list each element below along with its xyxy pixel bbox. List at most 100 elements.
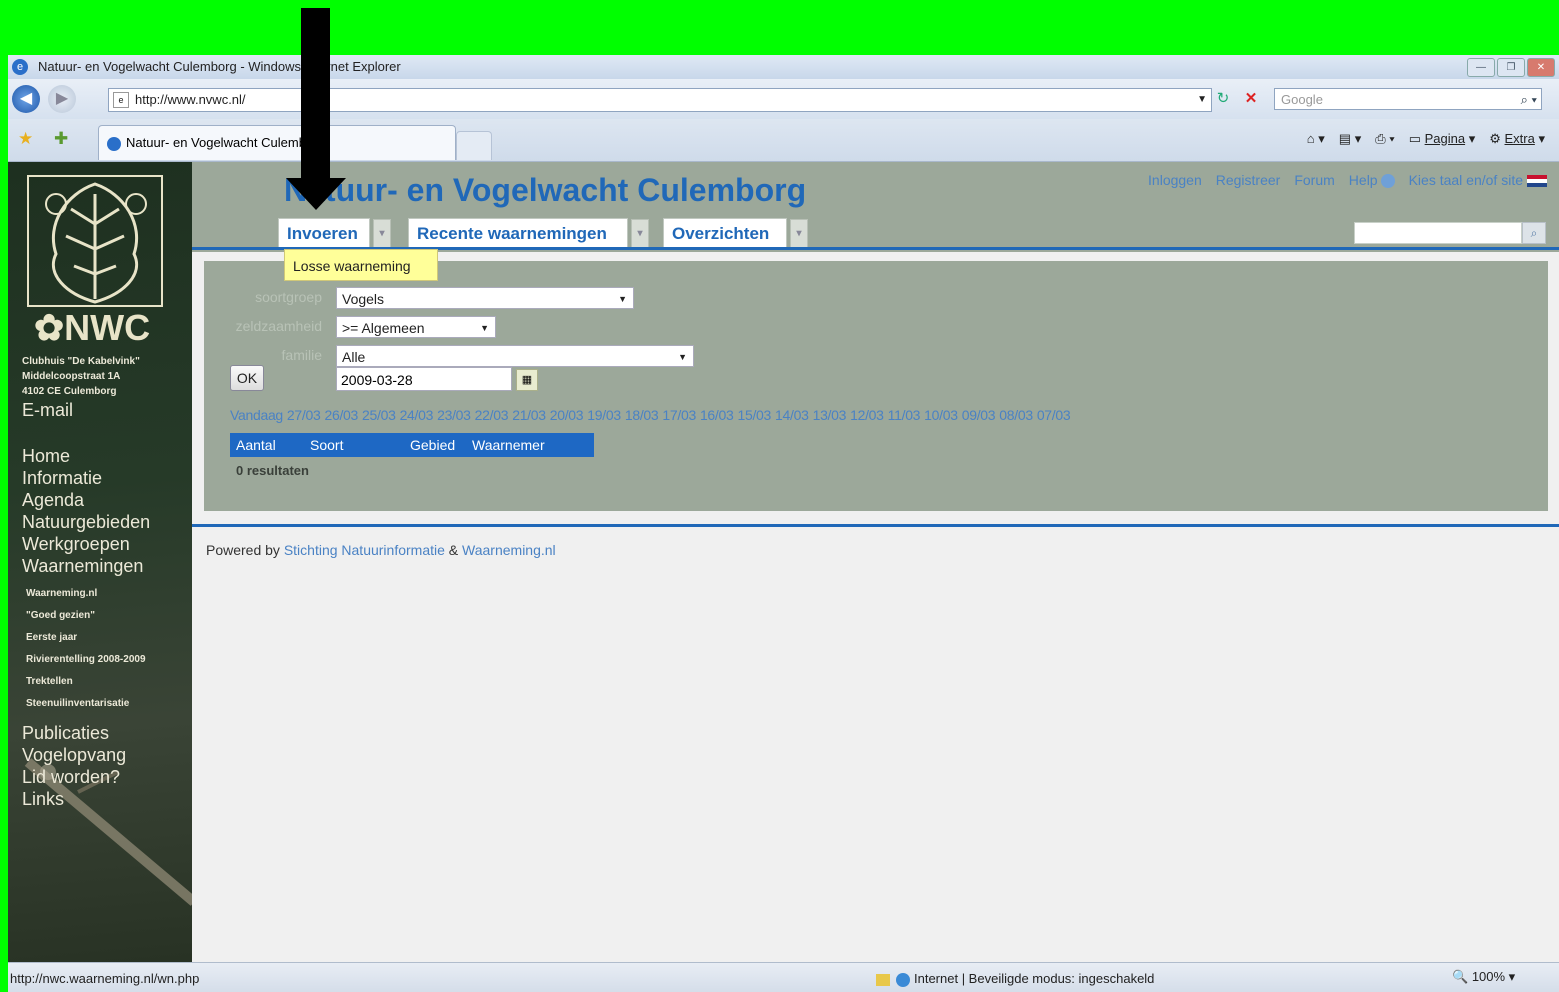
- tab-invoeren[interactable]: Invoeren ▾: [278, 218, 391, 249]
- menu-item-agenda[interactable]: Agenda: [22, 489, 150, 511]
- soortgroep-value: Vogels: [342, 291, 385, 307]
- column-waarnemer[interactable]: Waarnemer: [472, 433, 545, 457]
- date-link[interactable]: 21/03: [512, 407, 546, 423]
- menu-item-natuurgebieden[interactable]: Natuurgebieden: [22, 511, 150, 533]
- favorites-star-icon[interactable]: ★: [18, 129, 33, 149]
- menu-item-werkgroepen[interactable]: Werkgroepen: [22, 533, 150, 555]
- zeldzaamheid-select[interactable]: >= Algemeen ▼: [336, 316, 496, 338]
- page-menu-label: Pagina: [1424, 131, 1466, 146]
- dropdown-item-losse-waarneming[interactable]: Losse waarneming: [284, 249, 438, 281]
- chevron-down-icon[interactable]: ▾: [790, 219, 808, 249]
- calendar-icon[interactable]: ▦: [516, 369, 538, 391]
- date-link[interactable]: 13/03: [813, 407, 847, 423]
- date-link[interactable]: 23/03: [437, 407, 471, 423]
- security-zone[interactable]: Internet | Beveiligde modus: ingeschakel…: [876, 971, 1154, 987]
- column-gebied[interactable]: Gebied: [410, 433, 455, 457]
- address-text: http://www.nvwc.nl/: [135, 92, 246, 107]
- date-link[interactable]: 14/03: [775, 407, 809, 423]
- natuurinformatie-link[interactable]: Stichting Natuurinformatie: [284, 542, 445, 558]
- date-link[interactable]: 08/03: [999, 407, 1033, 423]
- email-link[interactable]: E-mail: [22, 400, 73, 421]
- date-link[interactable]: 15/03: [737, 407, 771, 423]
- site-search-input[interactable]: [1354, 222, 1522, 244]
- column-soort[interactable]: Soort: [310, 433, 343, 457]
- search-icon[interactable]: ⌕: [1522, 222, 1546, 244]
- date-input[interactable]: 2009-03-28: [336, 367, 512, 391]
- submenu-item-waarneming[interactable]: Waarneming.nl: [26, 583, 156, 605]
- tab-overzichten[interactable]: Overzichten ▾: [663, 218, 808, 249]
- register-link[interactable]: Registreer: [1216, 172, 1281, 188]
- forum-link[interactable]: Forum: [1294, 172, 1334, 188]
- submenu-item-trektellen[interactable]: Trektellen: [26, 671, 156, 693]
- home-icon[interactable]: ⌂ ▾: [1307, 131, 1325, 147]
- date-link[interactable]: 18/03: [625, 407, 659, 423]
- search-icon[interactable]: ⌕ ▾: [1521, 89, 1537, 111]
- page-menu[interactable]: ▭ Pagina ▾: [1409, 131, 1476, 147]
- help-link-label: Help: [1348, 172, 1378, 188]
- forward-button[interactable]: ▶: [48, 85, 76, 113]
- date-link[interactable]: 25/03: [362, 407, 396, 423]
- column-aantal[interactable]: Aantal: [236, 433, 276, 457]
- chevron-down-icon[interactable]: ▾: [373, 219, 391, 249]
- zone-text: Internet | Beveiligde modus: ingeschakel…: [914, 971, 1155, 986]
- nvwc-logo[interactable]: ✿NWC: [26, 174, 164, 346]
- menu-item-vogelopvang[interactable]: Vogelopvang: [22, 744, 126, 766]
- submenu-item-steenuil[interactable]: Steenuilinventarisatie: [26, 693, 156, 715]
- login-link[interactable]: Inloggen: [1148, 172, 1202, 188]
- search-input[interactable]: Google ⌕ ▾: [1274, 88, 1542, 110]
- print-icon[interactable]: ⎙ ▾: [1375, 131, 1394, 147]
- date-link[interactable]: 27/03: [287, 407, 321, 423]
- menu-item-home[interactable]: Home: [22, 445, 150, 467]
- submenu-item-goed-gezien[interactable]: "Goed gezien": [26, 605, 156, 627]
- menu-item-publicaties[interactable]: Publicaties: [22, 722, 126, 744]
- tab-current[interactable]: Natuur- en Vogelwacht Culemborg: [98, 125, 456, 160]
- maximize-button[interactable]: ❐: [1497, 58, 1525, 77]
- date-link[interactable]: 16/03: [700, 407, 734, 423]
- results-count: 0 resultaten: [236, 463, 309, 478]
- address-line: Clubhuis "De Kabelvink": [22, 356, 140, 367]
- tab-overzichten-label: Overzichten: [672, 224, 770, 243]
- date-link[interactable]: Vandaag: [230, 407, 283, 423]
- menu-item-informatie[interactable]: Informatie: [22, 467, 150, 489]
- date-link[interactable]: 11/03: [888, 407, 921, 423]
- waarnemingen-submenu: Waarneming.nl "Goed gezien" Eerste jaar …: [26, 583, 156, 715]
- ampersand: &: [448, 542, 459, 558]
- date-link[interactable]: 22/03: [475, 407, 509, 423]
- submenu-item-rivierentelling[interactable]: Rivierentelling 2008-2009: [26, 653, 156, 667]
- menu-item-lid-worden[interactable]: Lid worden?: [22, 766, 126, 788]
- help-link[interactable]: Help: [1348, 172, 1395, 189]
- address-bar[interactable]: e http://www.nvwc.nl/ ▼: [108, 88, 1212, 112]
- date-link[interactable]: 12/03: [850, 407, 884, 423]
- stop-button[interactable]: ✕: [1238, 88, 1264, 110]
- zoom-control[interactable]: 🔍 100% ▾: [1452, 969, 1515, 985]
- add-favorites-icon[interactable]: ✚: [54, 129, 68, 149]
- date-link[interactable]: 19/03: [587, 407, 621, 423]
- minimize-button[interactable]: —: [1467, 58, 1495, 77]
- date-link[interactable]: 10/03: [924, 407, 958, 423]
- date-link[interactable]: 26/03: [324, 407, 358, 423]
- chevron-down-icon[interactable]: ▼: [1197, 89, 1207, 111]
- date-link[interactable]: 20/03: [550, 407, 584, 423]
- ok-button[interactable]: OK: [230, 365, 264, 391]
- waarneming-link[interactable]: Waarneming.nl: [462, 542, 556, 558]
- soortgroep-select[interactable]: Vogels ▼: [336, 287, 634, 309]
- tab-recente-waarnemingen[interactable]: Recente waarnemingen ▾: [408, 218, 649, 249]
- extra-menu-label: Extra: [1504, 131, 1535, 146]
- feeds-icon[interactable]: ▤ ▾: [1339, 131, 1361, 147]
- date-link[interactable]: 09/03: [962, 407, 996, 423]
- date-link[interactable]: 17/03: [662, 407, 696, 423]
- back-button[interactable]: ◀: [12, 85, 40, 113]
- close-button[interactable]: ✕: [1527, 58, 1555, 77]
- menu-item-waarnemingen[interactable]: Waarnemingen: [22, 555, 150, 577]
- menu-item-links[interactable]: Links: [22, 788, 126, 810]
- date-link[interactable]: 07/03: [1037, 407, 1071, 423]
- new-tab-button[interactable]: [456, 131, 492, 160]
- familie-select[interactable]: Alle ▼: [336, 345, 694, 367]
- site-title[interactable]: Natuur- en Vogelwacht Culemborg: [284, 172, 806, 209]
- language-link[interactable]: Kies taal en/of site: [1409, 172, 1547, 188]
- extra-menu[interactable]: ⚙ Extra ▾: [1489, 131, 1545, 147]
- chevron-down-icon[interactable]: ▾: [631, 219, 649, 249]
- submenu-item-eerste-jaar[interactable]: Eerste jaar: [26, 627, 156, 649]
- date-link[interactable]: 24/03: [400, 407, 434, 423]
- refresh-button[interactable]: ↻: [1210, 88, 1236, 110]
